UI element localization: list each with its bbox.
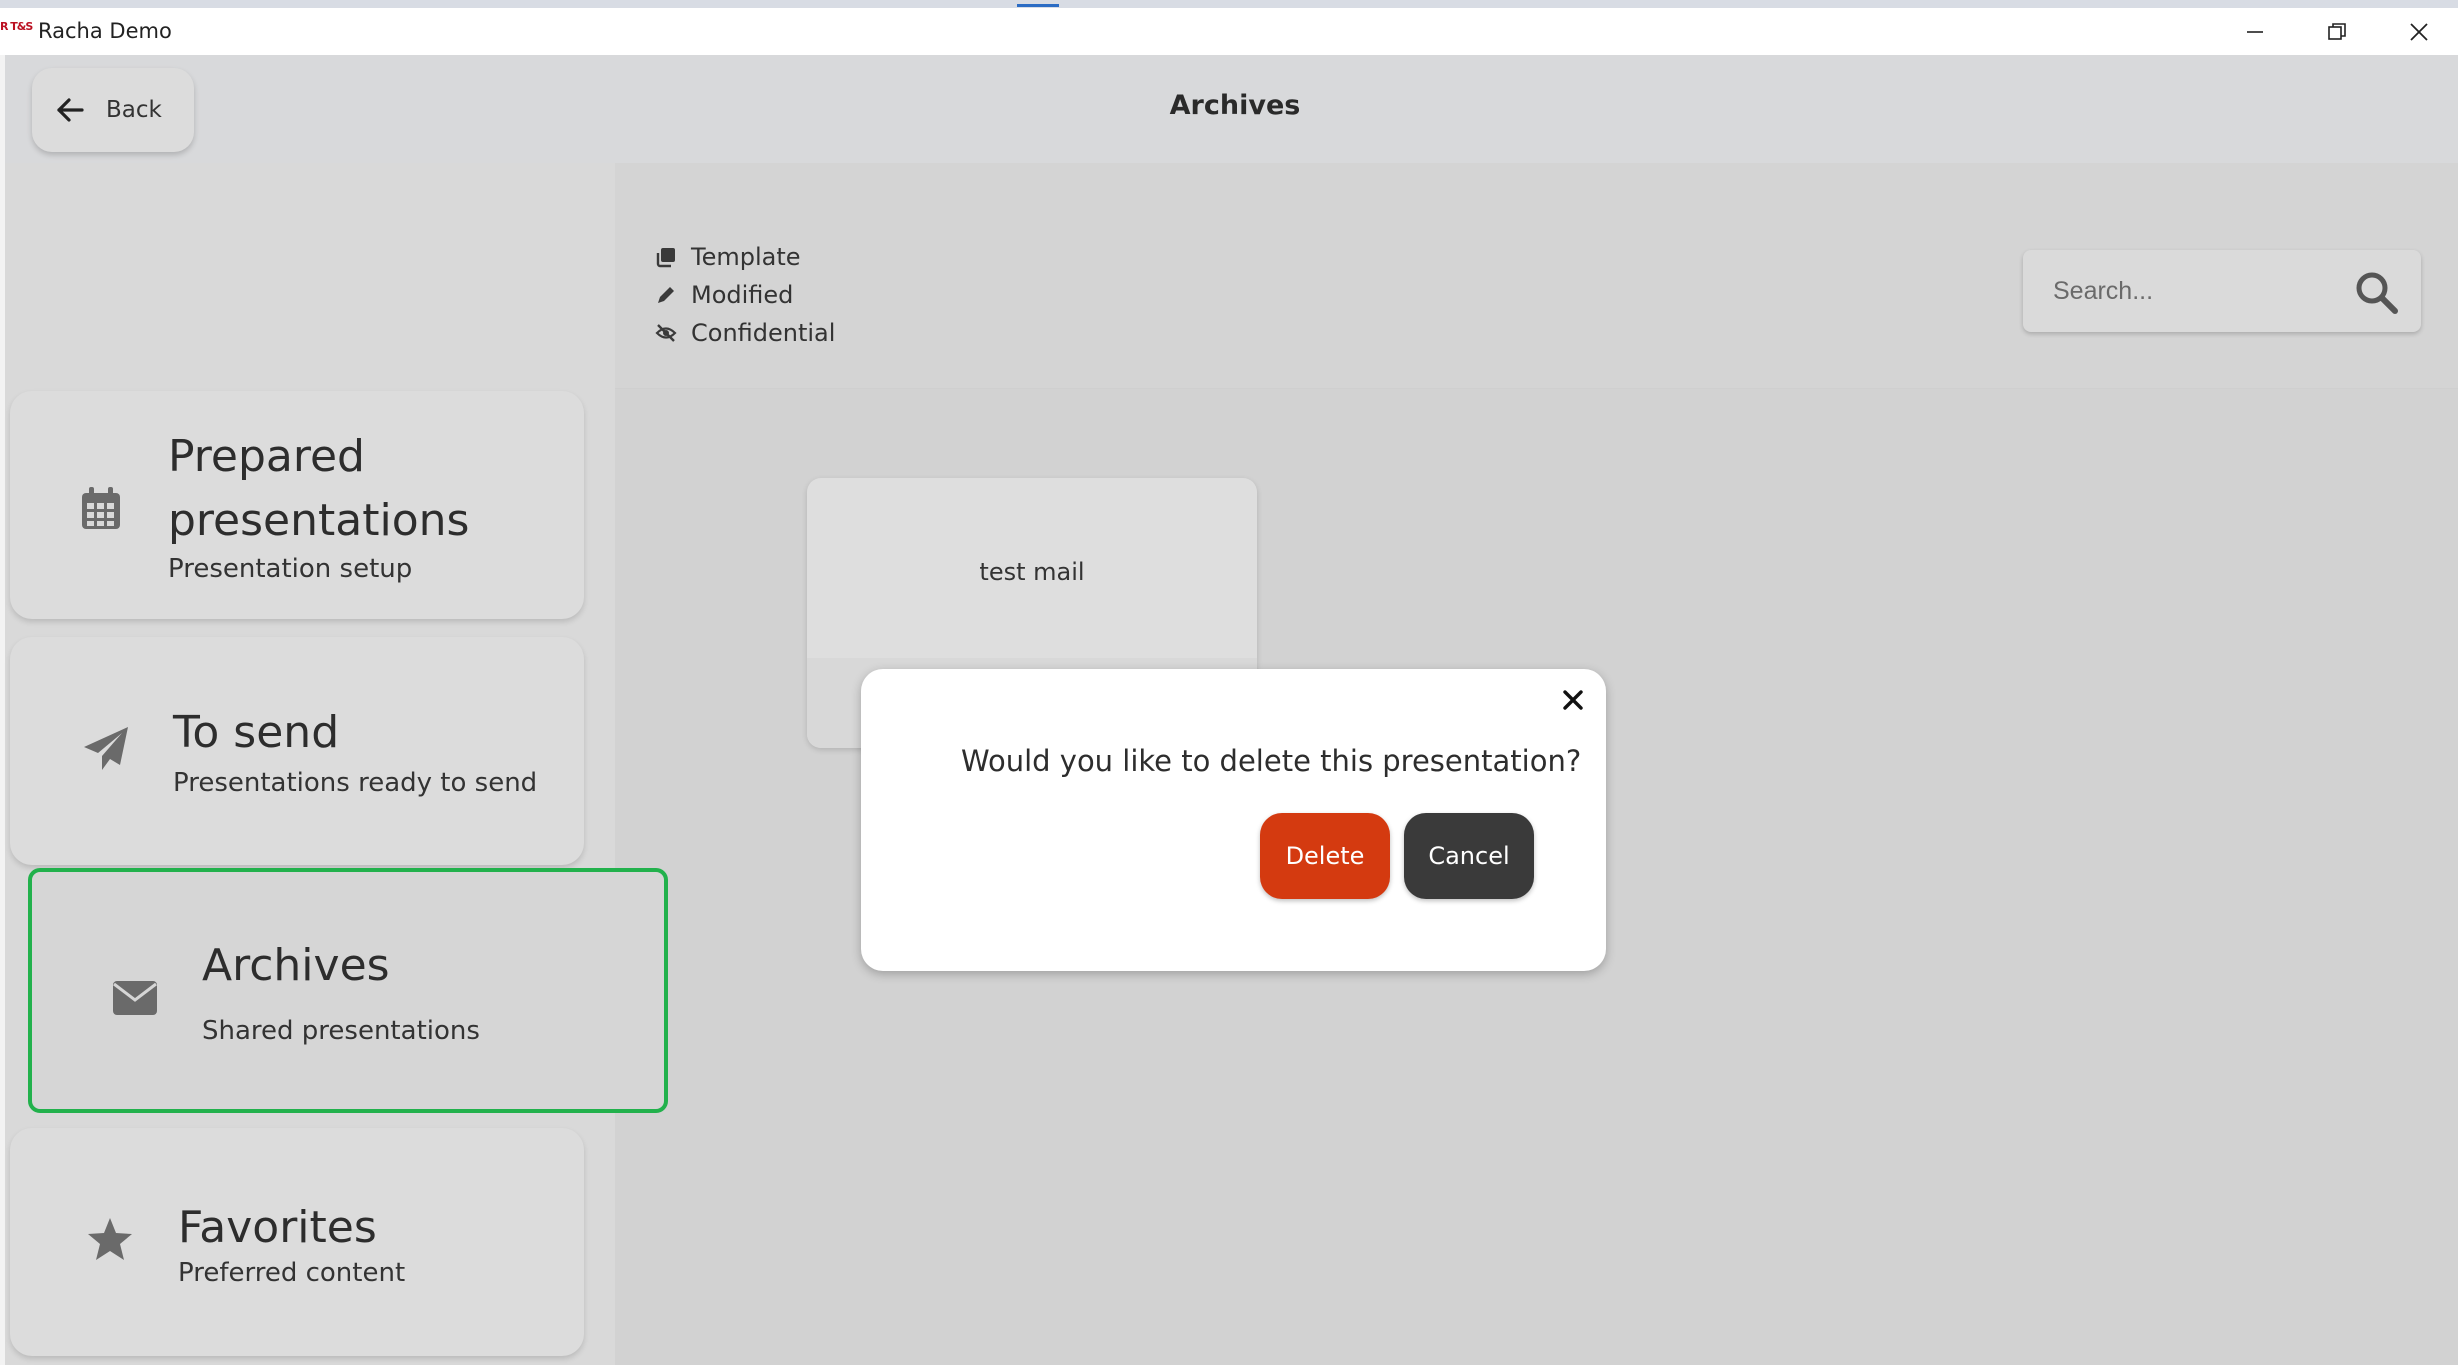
app-logo: R T&S (0, 20, 33, 33)
sidebar-item-subtitle: Preferred content (178, 1258, 406, 1288)
title-bar: R T&S Racha Demo (0, 8, 2458, 55)
legend-label: Confidential (691, 319, 836, 347)
star-icon (88, 1218, 132, 1260)
search-icon[interactable] (2353, 269, 2399, 315)
cancel-button[interactable]: Cancel (1404, 813, 1534, 899)
sidebar-item-subtitle: Presentations ready to send (173, 768, 538, 798)
legend-item-template: Template (655, 238, 835, 276)
sidebar-item-favorites[interactable]: Favorites Preferred content (10, 1128, 584, 1356)
close-window-button[interactable] (2379, 8, 2458, 55)
sidebar-item-to-send[interactable]: To send Presentations ready to send (10, 637, 584, 865)
legend: Template Modified Confidential (655, 238, 835, 352)
legend-item-confidential: Confidential (655, 314, 835, 352)
eye-slash-icon (655, 324, 677, 342)
restore-icon (2328, 22, 2346, 40)
close-icon (1563, 690, 1583, 710)
restore-button[interactable] (2297, 8, 2377, 55)
envelope-icon (113, 981, 157, 1015)
pencil-icon (658, 287, 674, 303)
close-icon (2410, 22, 2428, 41)
sidebar-item-prepared-presentations[interactable]: Prepared presentations Presentation setu… (10, 391, 584, 619)
dialog-message: Would you like to delete this presentati… (961, 744, 1582, 778)
search-input[interactable] (2051, 268, 2345, 314)
legend-item-modified: Modified (655, 276, 835, 314)
sidebar-item-title: Favorites (178, 1202, 377, 1253)
sidebar-item-archives[interactable]: Archives Shared presentations (28, 868, 668, 1113)
minimize-icon (2247, 30, 2263, 33)
template-icon (656, 248, 675, 268)
calendar-icon (82, 487, 120, 529)
active-indicator (1017, 4, 1059, 7)
back-button[interactable]: Back (32, 68, 194, 152)
sidebar-item-title: Prepared presentations (168, 431, 470, 546)
minimize-button[interactable] (2215, 8, 2295, 55)
search-box (2023, 250, 2421, 332)
paper-plane-icon (84, 727, 128, 770)
window-top-border (0, 0, 2458, 8)
sidebar-item-title: Archives (202, 940, 390, 991)
sidebar-item-subtitle: Shared presentations (202, 1016, 480, 1046)
page-title: Archives (1169, 90, 1301, 121)
window-title: Racha Demo (38, 19, 172, 43)
legend-label: Modified (691, 281, 794, 309)
tile-title: test mail (979, 558, 1085, 586)
back-label: Back (106, 97, 162, 123)
sidebar-item-subtitle: Presentation setup (168, 554, 413, 584)
delete-confirm-dialog: Would you like to delete this presentati… (861, 669, 1606, 971)
arrow-left-icon (57, 98, 84, 122)
dialog-close-button[interactable] (1558, 685, 1588, 715)
legend-label: Template (691, 243, 801, 271)
sidebar-item-title: To send (173, 707, 340, 758)
delete-button[interactable]: Delete (1260, 813, 1390, 899)
